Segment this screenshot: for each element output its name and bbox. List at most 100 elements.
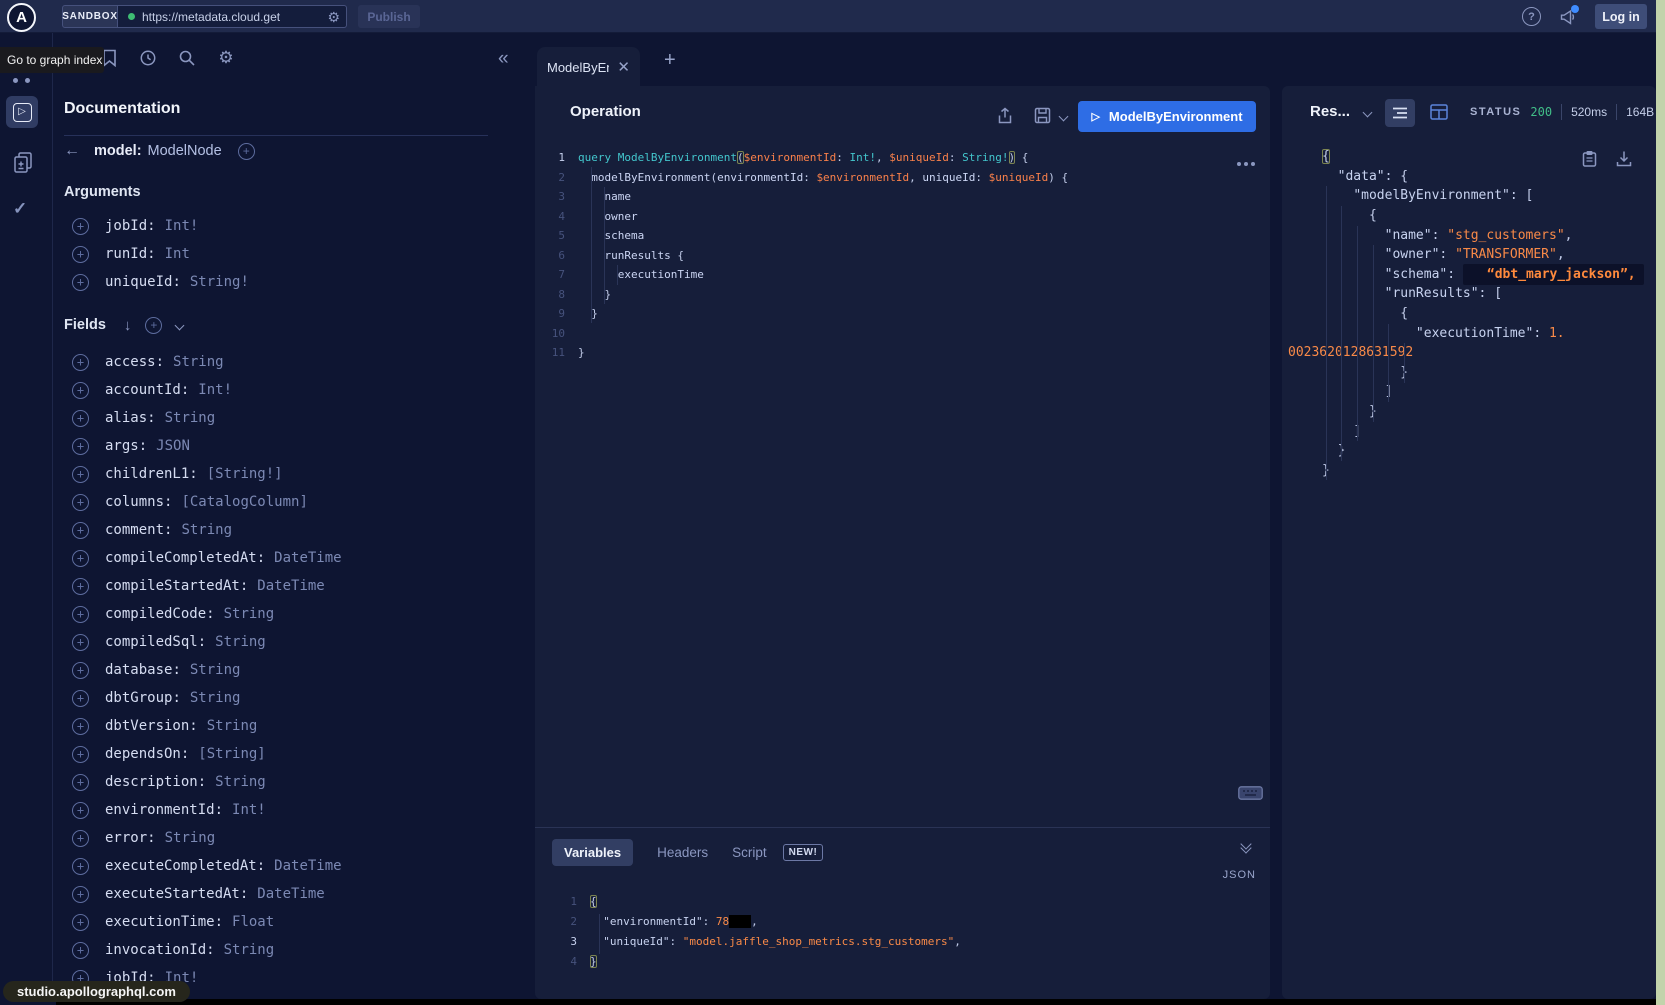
sidebar-item-schema[interactable]: [12, 151, 34, 175]
argument-row: jobId Int!: [64, 212, 488, 240]
tab-script[interactable]: Script: [732, 845, 767, 860]
publish-button[interactable]: Publish: [358, 5, 420, 28]
field-row: columns [CatalogColumn]: [64, 488, 488, 516]
history-icon[interactable]: [139, 49, 157, 67]
add-field-icon[interactable]: [72, 718, 89, 735]
login-button[interactable]: Log in: [1595, 4, 1647, 29]
settings-gear-icon[interactable]: ⚙: [217, 49, 235, 67]
add-field-icon[interactable]: [72, 634, 89, 651]
back-arrow-icon[interactable]: ←: [64, 142, 94, 160]
field-row: comment String: [64, 516, 488, 544]
sidebar-item-explorer[interactable]: ▷: [6, 96, 38, 128]
code-line: 11}: [535, 343, 1255, 363]
sidebar-item-checks[interactable]: ✓: [13, 199, 27, 219]
add-field-icon[interactable]: [72, 410, 89, 427]
argument-row: uniqueId String!: [64, 268, 488, 296]
copy-response-icon[interactable]: [1582, 150, 1597, 167]
add-field-icon[interactable]: [72, 606, 89, 623]
add-field-icon[interactable]: [72, 830, 89, 847]
share-icon[interactable]: [996, 107, 1014, 125]
add-field-icon[interactable]: [72, 886, 89, 903]
add-field-icon[interactable]: [72, 438, 89, 455]
run-button-label: ModelByEnvironment: [1109, 109, 1243, 124]
add-field-icon[interactable]: [72, 914, 89, 931]
add-field-icon[interactable]: [238, 143, 255, 160]
add-field-icon[interactable]: [72, 522, 89, 539]
run-play-icon: ▷: [1091, 110, 1099, 123]
editor-mode-label: JSON: [1223, 869, 1256, 881]
documentation-panel: Documentation ← model: ModelNode Argumen…: [64, 100, 488, 1005]
code-line: 3 "uniqueId": "model.jaffle_shop_metrics…: [535, 931, 1255, 951]
keyboard-shortcuts-icon[interactable]: [1238, 786, 1263, 800]
save-icon[interactable]: [1034, 107, 1051, 124]
add-field-icon[interactable]: [72, 774, 89, 791]
collapse-panel-icon[interactable]: [1242, 844, 1250, 852]
screen-right-edge: [1656, 0, 1665, 1005]
editor-overflow-menu-icon[interactable]: [1237, 162, 1255, 166]
announcements-megaphone-icon[interactable]: [1558, 7, 1578, 27]
sort-fields-icon[interactable]: ↓: [124, 317, 132, 334]
download-response-icon[interactable]: [1616, 150, 1632, 167]
help-icon[interactable]: ?: [1522, 7, 1541, 26]
meta-divider: [1616, 104, 1617, 120]
response-dropdown-chevron-icon[interactable]: [1363, 108, 1373, 118]
breadcrumb-field: model:: [94, 143, 142, 159]
code-line: 7 executionTime: [535, 265, 1255, 285]
collapse-sidebar-icon[interactable]: «: [498, 48, 509, 70]
add-argument-icon[interactable]: [72, 274, 89, 291]
argument-row: runId Int: [64, 240, 488, 268]
operation-editor[interactable]: 1query ModelByEnvironment($environmentId…: [535, 140, 1255, 800]
add-field-icon[interactable]: [72, 858, 89, 875]
variables-section: Variables Headers Script NEW! JSON 1{2 "…: [535, 827, 1270, 999]
field-row: args JSON: [64, 432, 488, 460]
json-view-toggle[interactable]: [1385, 99, 1415, 127]
response-meta: STATUS 200 520ms 164B: [1470, 104, 1654, 120]
bottom-edge: [56, 999, 1665, 1005]
code-line: 8 }: [535, 285, 1255, 305]
breadcrumb: ← model: ModelNode: [64, 139, 488, 163]
endpoint-url-input[interactable]: https://metadata.cloud.get: [142, 10, 320, 24]
response-duration: 520ms: [1571, 105, 1607, 119]
add-field-icon[interactable]: [72, 382, 89, 399]
variables-editor[interactable]: 1{2 "environmentId": 78,3 "uniqueId": "m…: [535, 891, 1255, 971]
add-argument-icon[interactable]: [72, 246, 89, 263]
search-icon[interactable]: [178, 49, 196, 67]
status-code: 200: [1530, 105, 1552, 119]
field-row: dbtVersion String: [64, 712, 488, 740]
new-tab-button[interactable]: +: [664, 49, 676, 72]
add-field-icon[interactable]: [72, 494, 89, 511]
breadcrumb-type[interactable]: ModelNode: [148, 143, 222, 159]
code-line: }: [1322, 461, 1656, 481]
apollo-logo[interactable]: A: [7, 3, 36, 32]
code-line: 5 schema: [535, 226, 1255, 246]
add-field-icon[interactable]: [72, 802, 89, 819]
response-viewer[interactable]: { "data": { "modelByEnvironment": [ { "n…: [1282, 140, 1656, 480]
code-line: 1{: [535, 891, 1255, 911]
tab-headers[interactable]: Headers: [657, 845, 708, 860]
add-field-icon[interactable]: [72, 690, 89, 707]
code-line: 6 runResults {: [535, 246, 1255, 266]
add-field-icon[interactable]: [72, 354, 89, 371]
code-line: 4}: [535, 951, 1255, 971]
field-row: invocationId String: [64, 936, 488, 964]
add-field-icon[interactable]: [72, 578, 89, 595]
add-field-icon[interactable]: [72, 942, 89, 959]
add-argument-icon[interactable]: [72, 218, 89, 235]
tab-variables[interactable]: Variables: [552, 839, 633, 866]
chevron-down-icon[interactable]: [175, 320, 185, 330]
add-field-icon[interactable]: [72, 746, 89, 763]
add-field-icon[interactable]: [72, 466, 89, 483]
run-operation-button[interactable]: ▷ ModelByEnvironment: [1078, 101, 1256, 132]
close-tab-icon[interactable]: ✕: [617, 60, 630, 75]
add-field-icon[interactable]: [72, 662, 89, 679]
save-options-chevron-icon[interactable]: [1059, 112, 1069, 122]
code-line: 9 }: [535, 304, 1255, 324]
endpoint-url-box[interactable]: https://metadata.cloud.get ⚙: [118, 5, 347, 28]
endpoint-settings-gear-icon[interactable]: ⚙: [327, 10, 340, 24]
code-line: "name": "stg_customers",: [1322, 225, 1656, 245]
add-field-icon[interactable]: [72, 550, 89, 567]
add-all-fields-icon[interactable]: [145, 317, 162, 334]
rail-divider: [52, 33, 53, 999]
tab-modelbyenvironment[interactable]: ModelByEnvi... ✕: [537, 47, 640, 87]
table-view-toggle[interactable]: [1430, 104, 1448, 120]
